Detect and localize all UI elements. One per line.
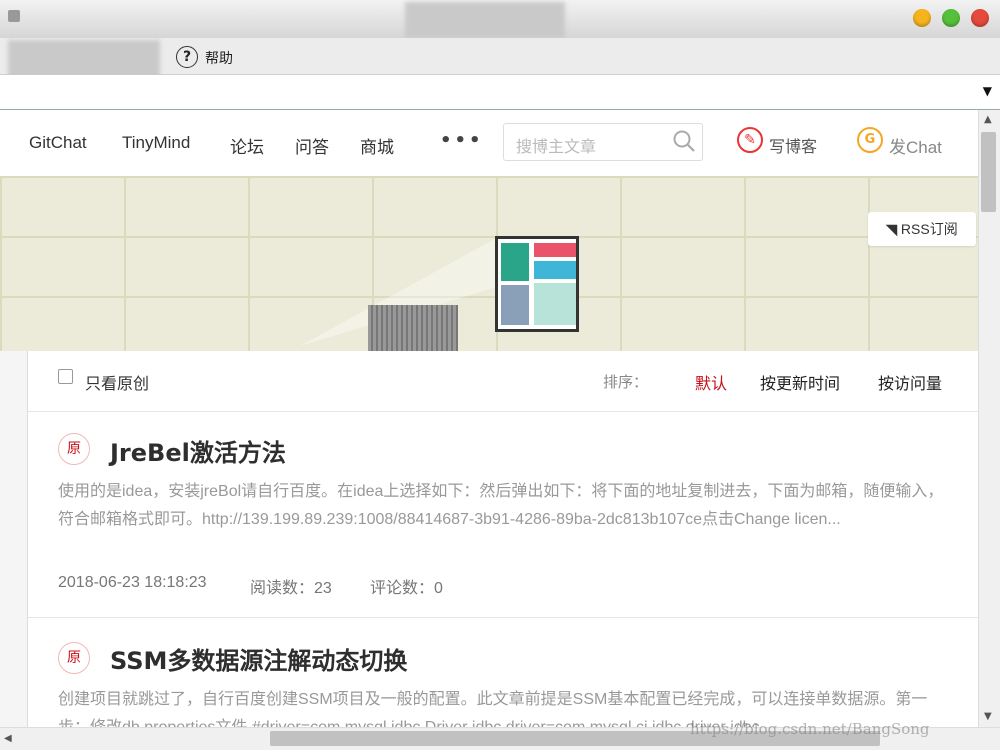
maximize-icon[interactable] — [942, 9, 960, 27]
blurred-title — [405, 2, 565, 38]
article-title[interactable]: JreBel激活方法 — [110, 433, 286, 468]
post-chat-link[interactable]: 发Chat — [889, 133, 942, 158]
nav-forum[interactable]: 论坛 — [230, 133, 264, 158]
only-original-checkbox[interactable] — [58, 369, 73, 384]
close-icon[interactable] — [971, 9, 989, 27]
only-original-label[interactable]: 只看原创 — [85, 370, 149, 394]
app-icon — [8, 10, 20, 22]
scroll-up-icon[interactable]: ▲ — [984, 114, 992, 125]
pen-icon[interactable]: ✎ — [737, 127, 763, 153]
chat-icon[interactable]: G — [857, 127, 883, 153]
vertical-scroll-thumb[interactable] — [981, 132, 996, 212]
nav-qa[interactable]: 问答 — [295, 133, 329, 158]
original-badge: 原 — [58, 642, 90, 674]
sort-default[interactable]: 默认 — [695, 370, 727, 394]
article-date: 2018-06-23 18:18:23 — [58, 574, 207, 591]
original-badge: 原 — [58, 433, 90, 465]
write-blog-link[interactable]: 写博客 — [769, 133, 817, 157]
nav-mall[interactable]: 商城 — [360, 133, 394, 158]
rss-subscribe-button[interactable]: ◥ RSS订阅 — [868, 212, 976, 246]
help-menu[interactable]: 帮助 — [205, 48, 233, 68]
watermark: https://blog.csdn.net/BangSong — [690, 720, 930, 738]
nav-tinymind[interactable]: TinyMind — [122, 133, 190, 153]
sort-label: 排序： — [603, 373, 649, 391]
rss-icon: ◥ — [886, 221, 901, 237]
article-comments[interactable]: 评论数：0 — [370, 574, 443, 598]
rss-label: RSS订阅 — [900, 221, 958, 237]
minimize-icon[interactable] — [913, 9, 931, 27]
search-placeholder: 搜博主文章 — [516, 137, 597, 156]
article-summary: 使用的是idea，安装jreBol请自行百度。在idea上选择如下：然后弹出如下… — [58, 483, 944, 528]
article-divider — [28, 617, 978, 618]
more-menu[interactable]: ••• — [440, 130, 484, 151]
banner-monitor-illustration — [495, 236, 579, 332]
search-icon[interactable] — [672, 129, 696, 153]
article-reads: 阅读数：23 — [250, 580, 332, 597]
scroll-down-icon[interactable]: ▼ — [984, 711, 992, 722]
nav-gitchat[interactable]: GitChat — [29, 133, 87, 153]
sort-by-update-time[interactable]: 按更新时间 — [760, 370, 840, 394]
left-sidebar-edge — [0, 351, 28, 727]
help-icon[interactable]: ? — [176, 46, 198, 68]
banner-servers-illustration — [368, 305, 458, 351]
scroll-left-icon[interactable]: ◀ — [4, 733, 12, 744]
article-title[interactable]: SSM多数据源注解动态切换 — [110, 641, 407, 676]
sort-by-visits[interactable]: 按访问量 — [878, 370, 942, 394]
chevron-down-icon[interactable]: ▼ — [983, 84, 992, 98]
address-bar[interactable] — [0, 75, 1000, 110]
